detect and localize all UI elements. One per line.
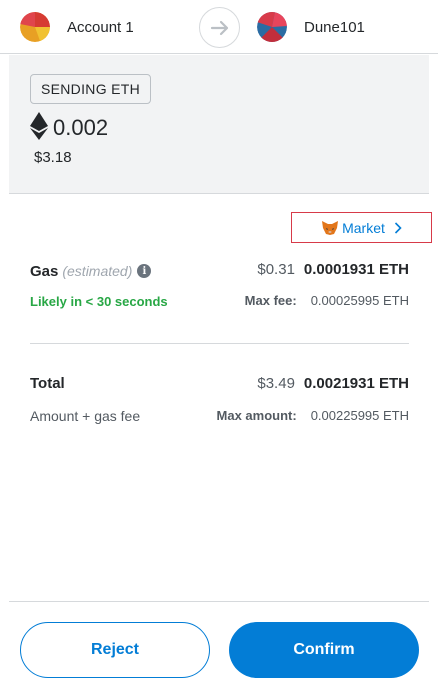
total-subrow: Amount + gas fee Max amount: 0.00225995 …: [30, 408, 409, 426]
total-values: $3.49 0.0021931 ETH: [257, 375, 409, 392]
max-fee: Max fee: 0.00025995 ETH: [245, 293, 409, 308]
to-account-name: Dune101: [304, 18, 365, 36]
gas-estimated-label: (estimated): [62, 263, 133, 279]
gas-fiat: $0.31: [257, 261, 295, 278]
sending-badge: SENDING ETH: [30, 74, 151, 104]
send-amount-line: 0.002: [30, 111, 109, 145]
max-fee-value: 0.00025995 ETH: [310, 293, 409, 308]
max-amount-value: 0.00225995 ETH: [310, 408, 409, 423]
gas-timing: Likely in < 30 seconds: [30, 294, 168, 309]
max-amount-label: Max amount:: [216, 408, 297, 423]
max-amount: Max amount: 0.00225995 ETH: [217, 408, 409, 423]
gas-subrow: Likely in < 30 seconds Max fee: 0.000259…: [30, 293, 409, 311]
account-avatar-icon: [257, 12, 287, 42]
total-fiat: $3.49: [257, 375, 295, 392]
gas-eth: 0.0001931 ETH: [303, 261, 409, 278]
account-header: Account 1 Dune101: [0, 0, 438, 54]
total-label: Total: [30, 375, 65, 392]
gas-row: Gas (estimated) i $0.31 0.0001931 ETH: [30, 261, 409, 281]
send-amount: 0.002: [53, 115, 109, 140]
chevron-right-icon: [394, 221, 402, 234]
arrow-right-icon: [199, 7, 240, 48]
from-account-name: Account 1: [67, 18, 134, 36]
gas-values: $0.31 0.0001931 ETH: [257, 261, 409, 278]
confirm-button[interactable]: Confirm: [229, 622, 419, 678]
from-account[interactable]: Account 1: [20, 12, 134, 42]
ethereum-icon: [30, 111, 48, 145]
divider: [30, 343, 409, 344]
account-avatar-icon: [20, 12, 50, 42]
fox-icon: [321, 220, 339, 236]
total-row: Total $3.49 0.0021931 ETH: [30, 375, 409, 395]
sending-panel: SENDING ETH 0.002 $3.18: [9, 55, 429, 194]
info-icon[interactable]: i: [137, 264, 152, 278]
total-eth: 0.0021931 ETH: [303, 375, 409, 392]
max-fee-label: Max fee:: [244, 293, 297, 308]
market-fee-button[interactable]: Market: [291, 212, 432, 243]
to-account[interactable]: Dune101: [257, 12, 365, 42]
reject-button[interactable]: Reject: [20, 622, 210, 678]
send-fiat-amount: $3.18: [34, 149, 72, 166]
total-sub-label: Amount + gas fee: [30, 408, 141, 424]
market-label: Market: [342, 219, 385, 236]
gas-label: Gas: [30, 262, 59, 280]
footer-divider: [9, 601, 429, 602]
